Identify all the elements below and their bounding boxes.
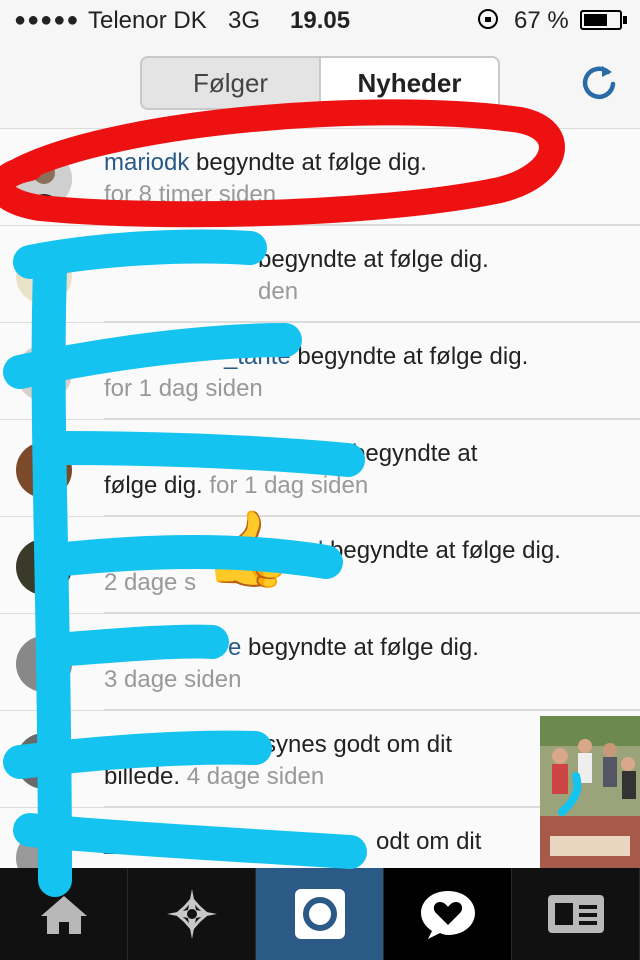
carrier-name: Telenor DK: [88, 7, 207, 34]
list-item[interactable]: _tante begyndte at følge dig. for 1 dag s…: [0, 322, 640, 419]
timestamp: for 1 dag siden: [209, 472, 369, 499]
list-item[interactable]: e begyndte at følge dig. 3 dage siden: [0, 613, 640, 710]
refresh-icon[interactable]: [578, 62, 620, 104]
username-link[interactable]: d: [310, 537, 323, 564]
activity-text: begyndte at følge dig.: [258, 246, 489, 273]
list-item[interactable]: d begyndte at følge dig. 2 dage s: [0, 516, 640, 613]
activity-text: begyndte at følge dig.: [196, 149, 427, 176]
tab-following[interactable]: Følger: [142, 58, 321, 108]
timestamp: 4 dage siden: [186, 763, 325, 790]
tab-camera[interactable]: [256, 868, 384, 960]
signal-strength: ●●●●●: [14, 9, 80, 31]
avatar[interactable]: [16, 733, 72, 789]
battery-tip: [623, 16, 627, 24]
thumbs-up-emoji: 👍: [202, 507, 295, 590]
avatar[interactable]: [16, 151, 72, 207]
battery-icon: [580, 10, 622, 30]
rotation-lock-icon: [478, 9, 498, 29]
network-type: 3G: [228, 7, 261, 34]
tab-profile[interactable]: [512, 868, 640, 960]
clock: 19.05: [290, 7, 351, 34]
battery-percent: 67 %: [514, 7, 569, 34]
battery-fill: [584, 14, 607, 26]
avatar[interactable]: [16, 345, 72, 401]
status-bar: ●●●●● Telenor DK 3G 19.05 67 %: [0, 0, 640, 40]
avatar[interactable]: [16, 539, 72, 595]
username-link[interactable]: e: [228, 634, 241, 661]
avatar[interactable]: [16, 442, 72, 498]
home-icon: [40, 896, 87, 934]
news-heart-icon: [420, 891, 475, 939]
timestamp: for 1 dag siden: [104, 375, 263, 402]
timestamp: 2 dage s: [104, 569, 197, 596]
tab-news[interactable]: Nyheder: [321, 58, 498, 108]
timestamp: den: [258, 278, 299, 305]
avatar[interactable]: [16, 248, 72, 304]
camera-icon: [294, 889, 345, 939]
tab-news-activity[interactable]: [384, 868, 512, 960]
activity-text: odt om dit: [376, 828, 482, 855]
list-item[interactable]: mariodk begyndte at følge dig. for 8 time…: [0, 128, 640, 225]
list-item[interactable]: begyndte at følge dig. den: [0, 225, 640, 322]
username-link[interactable]: _tante: [224, 343, 291, 370]
avatar[interactable]: [16, 636, 72, 692]
timestamp: 3 dage siden: [104, 666, 242, 693]
photo-thumbnail[interactable]: [540, 716, 640, 870]
profile-card-icon: [547, 895, 604, 933]
activity-text: begyndte at følge dig.: [248, 634, 479, 661]
tab-explore[interactable]: [128, 868, 256, 960]
activity-text: begyndte at følge dig.: [330, 537, 561, 564]
username-link[interactable]: _hi: [104, 828, 136, 855]
username-link[interactable]: mariodk: [104, 149, 189, 176]
explore-star-icon: [166, 889, 217, 939]
tab-home[interactable]: [0, 868, 128, 960]
news-segmented-control: Følger Nyheder: [140, 56, 500, 110]
activity-text: begyndte at følge dig.: [297, 343, 529, 370]
timestamp: for 8 timer siden: [104, 181, 277, 208]
list-item[interactable]: begyndte at følge dig. for 1 dag siden: [0, 419, 640, 516]
bottom-tab-bar: [0, 868, 640, 960]
